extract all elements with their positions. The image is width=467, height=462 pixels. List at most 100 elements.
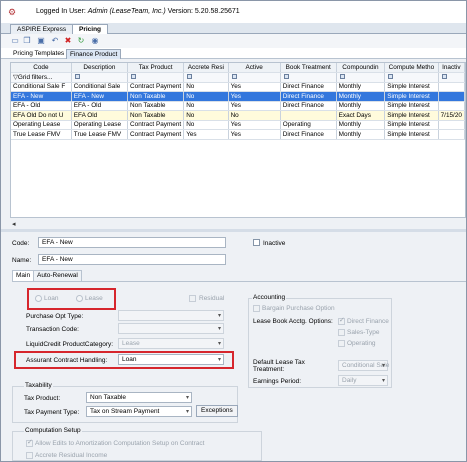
cell: Yes	[228, 82, 281, 92]
filter-cell[interactable]	[438, 72, 465, 83]
col-header-tax-product[interactable]: Tax Product	[127, 63, 185, 73]
cell: EFA Old	[71, 110, 129, 121]
inactive-label: Inactive	[263, 240, 286, 247]
scroll-left-icon[interactable]: ◂	[12, 220, 16, 228]
col-header-description[interactable]: Description	[71, 63, 129, 73]
cell: Simple Interest	[384, 91, 439, 102]
filter-operator-icon[interactable]	[339, 73, 345, 79]
cell: Conditional Sale	[71, 82, 129, 92]
inactive-checkbox[interactable]	[253, 239, 260, 246]
filter-cell[interactable]	[336, 72, 386, 83]
subtab-pricing-templates[interactable]: Pricing Templates	[10, 50, 67, 57]
earnings-dropdown[interactable]: Daily ▾	[338, 375, 388, 386]
table-row-selected[interactable]: EFA - New EFA - New Non Taxable No Yes Direct…	[11, 91, 465, 102]
cell: Simple Interest	[384, 110, 439, 121]
table-row[interactable]: Conditional Sale F Conditional Sale Contra…	[11, 82, 465, 92]
filter-cell[interactable]	[71, 72, 129, 83]
logged-in-label: Logged In User:	[36, 8, 86, 15]
tax-payment-dropdown[interactable]: Tax on Stream Payment ▾	[86, 406, 192, 417]
table-row-inactive[interactable]: EFA Old Do not U EFA Old Non Taxable No No Ex…	[11, 110, 465, 121]
cell: Simple Interest	[384, 120, 439, 130]
table-row[interactable]: True Lease FMV True Lease FMV Contract Pay…	[11, 129, 465, 140]
sales-type-checkbox[interactable]	[338, 329, 345, 336]
save-icon[interactable]: ▣	[36, 36, 46, 46]
cell: Direct Finance	[280, 101, 337, 111]
operating-checkbox[interactable]	[338, 340, 345, 347]
cell: Yes	[228, 129, 281, 140]
filter-operator-icon[interactable]	[187, 73, 193, 79]
grid-filter-cell[interactable]: ▽Grid filters...	[11, 72, 72, 83]
filter-operator-icon[interactable]	[441, 73, 447, 79]
new-icon[interactable]: ▭	[10, 36, 20, 46]
filter-operator-icon[interactable]	[283, 73, 289, 79]
splitter[interactable]	[1, 229, 466, 232]
direct-finance-checkbox[interactable]	[338, 316, 345, 325]
col-header-inactive[interactable]: Inactiv	[438, 63, 465, 73]
filter-cell[interactable]	[127, 72, 185, 83]
cell: 7/15/20	[438, 110, 465, 121]
filter-operator-icon[interactable]	[131, 73, 137, 79]
col-header-accrete-residual[interactable]: Accrete Resi	[183, 63, 229, 73]
refresh-icon[interactable]: ↻	[76, 36, 86, 46]
tax-product-value: Non Taxable	[90, 394, 127, 401]
filter-cell[interactable]	[280, 72, 337, 83]
cell: Operating Lease	[11, 120, 72, 130]
cell: Simple Interest	[384, 129, 439, 140]
product-grid: Code Description Tax Product Accrete Res…	[10, 62, 466, 218]
tax-product-label: Tax Product:	[24, 395, 61, 402]
lease-label: Lease	[85, 295, 103, 302]
filter-operator-icon[interactable]	[74, 73, 80, 79]
delete-icon[interactable]: ✖	[63, 36, 73, 46]
earnings-label: Earnings Period:	[253, 378, 302, 385]
lease-radio[interactable]	[76, 295, 83, 302]
help-icon[interactable]: ◉	[90, 36, 100, 46]
grid-filter-text: Grid filters...	[17, 74, 53, 82]
col-header-active[interactable]: Active	[228, 63, 281, 73]
chevron-down-icon: ▾	[217, 313, 221, 319]
filter-operator-icon[interactable]	[231, 73, 237, 79]
default-tax-dropdown[interactable]: Conditional Sale ▾	[338, 360, 389, 371]
liquid-credit-dropdown[interactable]: Lease ▾	[118, 338, 224, 349]
col-header-book-treatment[interactable]: Book Treatment	[280, 63, 337, 73]
allow-edits-checkbox[interactable]	[26, 438, 33, 447]
cell: Direct Finance	[280, 91, 337, 102]
cell	[438, 82, 465, 92]
bargain-checkbox[interactable]	[253, 305, 260, 312]
undo-icon[interactable]: ↶	[50, 36, 60, 46]
loan-radio[interactable]	[35, 295, 42, 302]
tax-product-dropdown[interactable]: Non Taxable ▾	[86, 392, 192, 403]
accrete-residual-checkbox[interactable]	[26, 452, 33, 459]
exceptions-button[interactable]: Exceptions	[196, 405, 238, 417]
copy-icon[interactable]: ❐	[22, 36, 32, 46]
cell	[280, 110, 337, 121]
cell: EFA - Old	[71, 101, 129, 111]
table-row[interactable]: Operating Lease Operating Lease Contract P…	[11, 120, 465, 130]
name-input[interactable]: EFA - New	[38, 254, 226, 265]
chevron-down-icon: ▾	[217, 357, 221, 363]
col-header-code[interactable]: Code	[11, 63, 72, 73]
tab-auto-renewal[interactable]: Auto-Renewal	[33, 270, 82, 281]
filter-cell[interactable]	[228, 72, 281, 83]
col-header-compute-method[interactable]: Compute Metho	[384, 63, 439, 73]
book-accounting-label: Lease Book Acctg. Options:	[253, 318, 333, 325]
liquid-credit-label: LiquidCredit ProductCategory:	[26, 341, 114, 348]
transaction-code-dropdown[interactable]: ▾	[118, 323, 224, 334]
liquid-credit-value: Lease	[122, 340, 140, 347]
cell: Simple Interest	[384, 101, 439, 111]
tab-aspire-express[interactable]: ASPIRE Express	[10, 24, 74, 34]
computation-title: Computation Setup	[24, 427, 82, 434]
assurant-dropdown[interactable]: Loan ▾	[118, 354, 224, 365]
residual-checkbox[interactable]	[189, 295, 196, 302]
cell: True Lease FMV	[11, 129, 72, 140]
filter-operator-icon[interactable]	[388, 73, 394, 79]
filter-cell[interactable]	[384, 72, 439, 83]
table-row[interactable]: EFA - Old EFA - Old Non Taxable No Yes Direct…	[11, 101, 465, 111]
code-input[interactable]: EFA - New	[38, 237, 226, 248]
operating-label: Operating	[347, 340, 376, 347]
tab-main[interactable]: Main	[12, 270, 35, 281]
purchase-opt-dropdown[interactable]: ▾	[118, 310, 224, 321]
filter-cell[interactable]	[183, 72, 229, 83]
cell	[438, 101, 465, 111]
subtab-finance-product[interactable]: Finance Product	[66, 49, 122, 59]
col-header-compounding[interactable]: Compoundin	[336, 63, 386, 73]
